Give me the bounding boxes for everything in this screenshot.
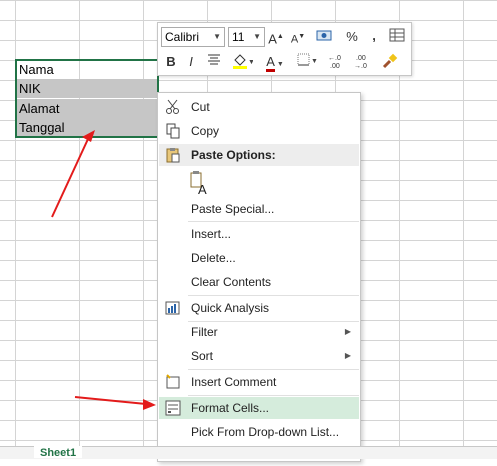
menu-label: Paste Options: [191,148,276,162]
menu-label: Insert Comment [191,375,277,389]
menu-label: Filter [191,325,218,339]
comment-icon [166,374,180,389]
menu-label: Quick Analysis [191,301,270,315]
paste-keep-text-button[interactable]: A [188,170,212,197]
paintbrush-icon [382,53,398,69]
menu-item-paste-special[interactable]: Paste Special... [159,198,359,220]
font-size-value: 11 [232,30,245,44]
menu-item-pick-from-list[interactable]: Pick From Drop-down List... [159,421,359,443]
menu-item-insert-comment[interactable]: Insert Comment [159,371,359,393]
borders-icon: ▼ [297,53,318,66]
format-painter-button[interactable] [380,52,400,76]
fill-color-button[interactable]: ▼ [230,52,255,76]
menu-item-quick-analysis[interactable]: Quick Analysis [159,297,359,319]
menu-label: Insert... [191,227,232,241]
menu-item-clear-contents[interactable]: Clear Contents [159,271,359,293]
quick-analysis-icon [165,301,180,315]
svg-text:▼: ▼ [311,58,318,65]
menu-item-format-cells[interactable]: Format Cells... [159,397,359,419]
increase-decimal-icon: ←.0.00 [328,55,341,70]
font-color-icon: A [266,54,275,72]
menu-label: Clear Contents [191,275,272,289]
context-menu: Cut Copy Paste Options: A Paste Special.… [157,92,361,462]
scissors-icon [166,99,179,114]
menu-item-sort[interactable]: Sort ▶ [159,345,359,367]
center-align-button[interactable] [206,52,222,72]
sheet-tab[interactable]: Sheet1 [34,446,83,458]
clipboard-icon [166,148,180,163]
menu-label: Sort [191,349,214,363]
chevron-down-icon: ▼ [213,32,221,41]
table-format-icon [389,28,405,42]
copy-icon [166,123,180,139]
menu-label: Copy [191,124,220,138]
menu-item-delete[interactable]: Delete... [159,247,359,269]
paint-bucket-icon: ▼ [233,54,255,69]
menu-item-insert[interactable]: Insert... [159,223,359,245]
accounting-format-button[interactable] [313,27,335,51]
selection-range [15,59,159,138]
font-name-value: Calibri [165,30,200,44]
menu-label: Delete... [191,251,236,265]
format-painter-grid-button[interactable] [388,27,406,49]
align-center-icon [208,54,220,65]
currency-icon [316,30,332,41]
menu-item-copy[interactable]: Copy [159,120,359,142]
svg-text:A: A [198,182,207,196]
menu-label: Paste Special... [191,202,275,216]
svg-text:←.0: ←.0 [328,55,341,62]
decrease-decimal-icon: .00→.0 [354,55,367,70]
shrink-font-button[interactable]: A▼ [290,27,306,50]
submenu-arrow-icon: ▶ [344,327,351,336]
grow-font-button[interactable]: A▲ [268,27,284,49]
format-cells-icon [165,400,181,416]
submenu-arrow-icon: ▶ [344,351,351,360]
svg-text:▼: ▼ [248,59,253,66]
percent-style-button[interactable]: % [344,27,360,47]
menu-label: Format Cells... [191,401,270,415]
decrease-decimal-button[interactable]: .00 →.0 [354,52,374,76]
mini-toolbar: Calibri ▼ 11 ▼ A▲ A▼ % , B I ▼ A ▼ ▼ ←.0… [157,22,412,76]
paste-text-only-icon: A [190,171,207,197]
menu-item-cut[interactable]: Cut [159,96,359,118]
svg-text:.00: .00 [356,55,366,62]
chevron-down-icon: ▼ [253,32,261,41]
menu-separator [188,221,359,222]
menu-label: Pick From Drop-down List... [191,425,340,439]
menu-separator [188,395,359,396]
menu-separator [188,295,359,296]
menu-header-paste-options: Paste Options: [159,144,359,166]
font-size-dropdown[interactable]: 11 ▼ [228,27,265,47]
svg-text:.00: .00 [330,63,340,70]
menu-item-filter[interactable]: Filter ▶ [159,321,359,343]
increase-decimal-button[interactable]: ←.0.00 [328,52,348,73]
font-name-dropdown[interactable]: Calibri ▼ [161,27,225,47]
italic-button[interactable]: I [185,52,197,72]
menu-separator [188,369,359,370]
grow-font-icon: A [268,31,277,47]
bold-button[interactable]: B [164,52,178,72]
comma-style-button[interactable]: , [368,26,380,46]
menu-label: Cut [191,100,210,114]
borders-button[interactable]: ▼ [295,52,319,74]
svg-text:→.0: →.0 [354,63,367,70]
font-color-button[interactable]: A ▼ [263,52,287,75]
